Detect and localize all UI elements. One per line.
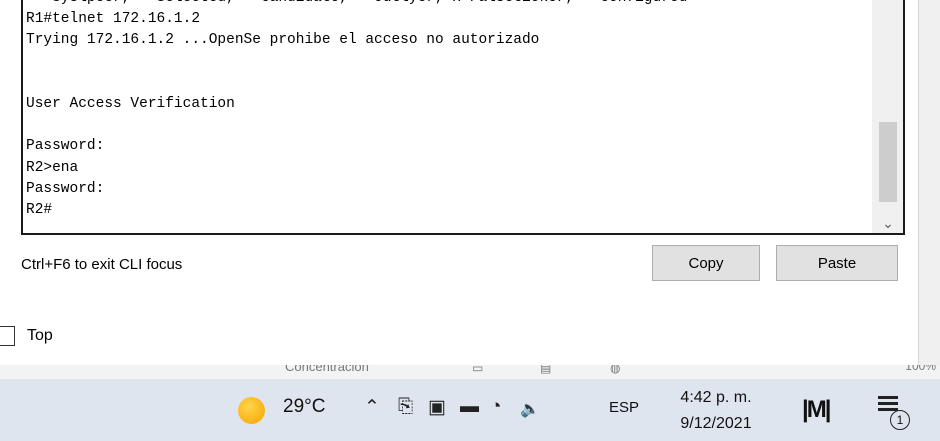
scrollbar-thumb[interactable] <box>879 122 897 202</box>
wifi-icon[interactable]: ◔ <box>490 396 501 418</box>
terminal-line: Password: <box>26 138 105 155</box>
focus-mode-label: Concentración <box>285 365 369 374</box>
sun-icon[interactable] <box>238 397 265 424</box>
terminal-line: R2# <box>26 202 53 219</box>
clock-time: 4:42 p. m. <box>680 389 752 406</box>
cli-focus-hint: Ctrl+F6 to exit CLI focus <box>21 256 183 273</box>
paste-button[interactable]: Paste <box>776 245 898 281</box>
cli-terminal[interactable]: Syslpeer, * Selected, + Candidate, - Out… <box>21 0 905 235</box>
web-view-icon: ◍ <box>610 365 621 375</box>
pen-app-icon[interactable]: ▣ <box>428 396 446 419</box>
packet-tracer-cli-window: Syslpeer, * Selected, + Candidate, - Out… <box>0 0 919 365</box>
terminal-line: User Access Verification <box>26 96 235 113</box>
speaker-icon[interactable]: 🔈 <box>520 399 540 419</box>
input-language[interactable]: ESP <box>609 399 639 416</box>
temperature[interactable]: 29°C <box>283 396 325 418</box>
background-window-strip: Concentración ▭ ▤ ◍ 100% <box>0 365 940 379</box>
terminal-scrollbar[interactable]: ⌄ <box>872 0 903 233</box>
page-icon: ▤ <box>540 365 552 375</box>
terminal-output: Syslpeer, * Selected, + Candidate, - Out… <box>26 0 871 221</box>
top-checkbox-row[interactable]: Top <box>0 326 53 346</box>
meet-now-icon[interactable]: ⎘ <box>398 396 413 418</box>
battery-icon[interactable]: ▬ <box>460 396 479 418</box>
scroll-down-icon[interactable]: ⌄ <box>879 215 897 231</box>
windows-taskbar: 29°C ⌃ ⎘ ▣ ▬ ◔ 🔈 ESP 4:42 p. m. 9/12/202… <box>0 379 940 441</box>
zoom-level: 100% <box>905 365 936 373</box>
layout-icon: ▭ <box>472 365 484 375</box>
terminal-line: Password: <box>26 180 105 197</box>
clock[interactable]: 4:42 p. m. 9/12/2021 <box>676 385 756 437</box>
notification-count: 1 <box>890 410 910 430</box>
chevron-up-icon[interactable]: ⌃ <box>364 396 380 419</box>
copy-button[interactable]: Copy <box>652 245 760 281</box>
top-checkbox[interactable] <box>0 326 15 346</box>
terminal-line: R1#telnet 172.16.1.2 <box>26 11 201 28</box>
terminal-line: Trying 172.16.1.2 ...OpenSe prohibe el a… <box>26 32 540 49</box>
terminal-line: R2>ena <box>26 159 79 176</box>
terminal-line: Syslpeer, * Selected, + Candidate, - Out… <box>26 0 871 9</box>
app-logo-icon[interactable]: |M| <box>802 396 831 424</box>
clock-date: 9/12/2021 <box>680 415 752 432</box>
notification-icon[interactable]: 1 <box>878 396 910 430</box>
top-checkbox-label: Top <box>27 327 53 344</box>
